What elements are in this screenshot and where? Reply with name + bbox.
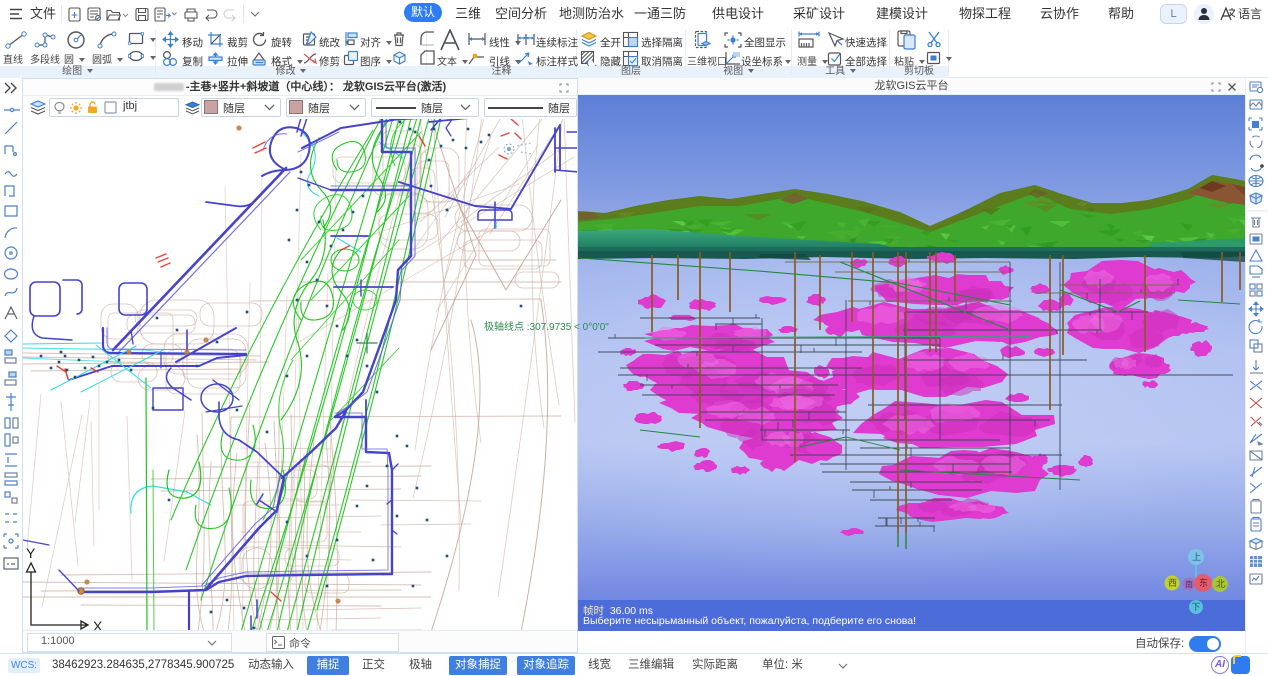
svg-text:北: 北 (1216, 579, 1225, 589)
svg-text:Y: Y (26, 545, 36, 561)
svg-text:南: 南 (1185, 579, 1193, 589)
svg-text:西: 西 (1168, 578, 1177, 588)
svg-text:上: 上 (1192, 552, 1201, 562)
svg-text:东: 东 (1199, 577, 1208, 588)
svg-text:X: X (93, 618, 103, 630)
